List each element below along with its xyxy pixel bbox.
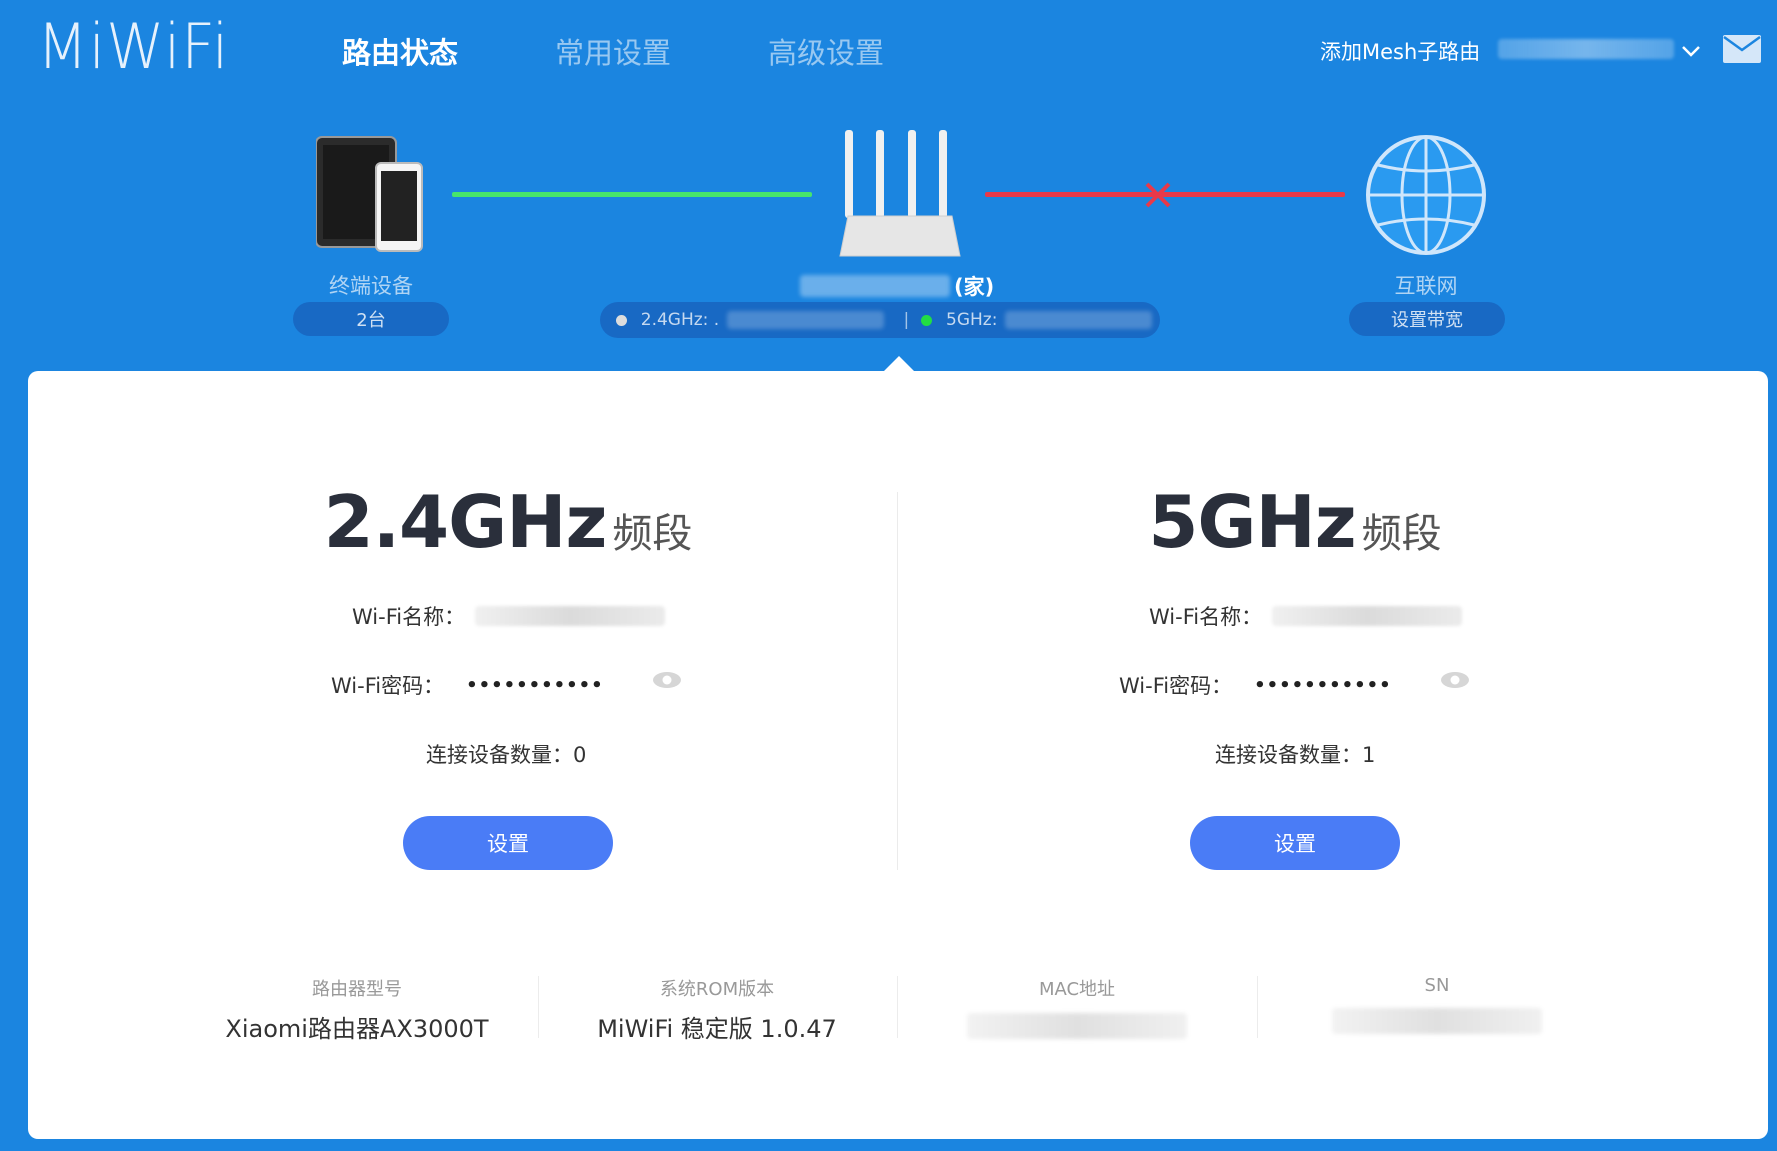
band-5-wifi-password-value: ••••••••••• xyxy=(1254,674,1392,696)
set-bandwidth-button[interactable]: 设置带宽 xyxy=(1349,302,1505,336)
band-24-status-dot xyxy=(616,314,627,326)
band-5-wifi-password-label: Wi-Fi密码： xyxy=(1119,674,1233,698)
band-5-wifi-name-row: Wi-Fi名称： xyxy=(1149,601,1463,631)
band-24-connected-count: 连接设备数量：0 xyxy=(426,743,587,767)
info-sn: SN xyxy=(1257,975,1617,1034)
info-mac-address-redacted xyxy=(967,1013,1187,1039)
miwifi-logo: MiWiFi xyxy=(37,10,230,83)
band-24-title-suffix: 频段 xyxy=(612,511,693,557)
band-24-wifi-password-value: ••••••••••• xyxy=(466,674,604,696)
info-rom-version: 系统ROM版本 MiWiFi 稳定版 1.0.47 xyxy=(537,975,897,1044)
chevron-down-icon[interactable] xyxy=(1680,40,1702,62)
band-24-wifi-name-row: Wi-Fi名称： xyxy=(352,601,666,631)
router-icon[interactable] xyxy=(838,128,963,260)
band-status-pill[interactable]: 2.4GHz: . | 5GHz: xyxy=(600,302,1160,338)
internet-label: 互联网 xyxy=(1394,274,1458,298)
band-5-wifi-name-redacted xyxy=(1272,606,1463,626)
band-5-show-password-eye-icon[interactable] xyxy=(1440,671,1470,689)
info-router-model-value: Xiaomi路由器AX3000T xyxy=(225,1015,489,1043)
band-24-wifi-name-redacted xyxy=(475,606,666,626)
band-24-wifi-password-row: Wi-Fi密码： ••••••••••• xyxy=(331,670,604,700)
band-24-show-password-eye-icon[interactable] xyxy=(652,671,682,689)
mail-icon[interactable] xyxy=(1723,35,1761,63)
info-router-model: 路由器型号 Xiaomi路由器AX3000T xyxy=(177,975,537,1044)
devices-count-pill[interactable]: 2台 xyxy=(293,302,449,336)
account-name-redacted[interactable] xyxy=(1498,39,1674,59)
nav-common-settings[interactable]: 常用设置 xyxy=(555,30,671,72)
band-24-title-freq: 2.4GHz xyxy=(323,480,608,564)
info-sn-redacted xyxy=(1332,1008,1542,1034)
band-24-settings-button[interactable]: 设置 xyxy=(403,816,613,870)
info-sn-label: SN xyxy=(1424,975,1450,996)
band-5-label: 5GHz: xyxy=(946,310,998,330)
band-separator: | xyxy=(903,310,910,330)
band-24-title: 2.4GHz 频段 xyxy=(208,480,808,564)
band-5-title-freq: 5GHz xyxy=(1148,480,1356,564)
band-divider xyxy=(897,492,898,870)
card-notch xyxy=(883,356,915,372)
terminal-devices-label: 终端设备 xyxy=(329,274,413,298)
info-rom-version-label: 系统ROM版本 xyxy=(659,979,775,1000)
router-name: (家) xyxy=(800,270,994,302)
lan-link-line xyxy=(452,192,812,197)
band-5-settings-button[interactable]: 设置 xyxy=(1190,816,1400,870)
router-location-tag: (家) xyxy=(954,275,995,299)
band-5-title-suffix: 频段 xyxy=(1361,511,1442,557)
internet-globe-icon[interactable] xyxy=(1364,133,1488,257)
terminal-devices-icon[interactable] xyxy=(316,135,426,255)
disconnected-x-icon xyxy=(1145,182,1171,208)
nav-router-status[interactable]: 路由状态 xyxy=(342,30,458,72)
info-mac-address-label: MAC地址 xyxy=(1038,979,1116,1000)
info-mac-address: MAC地址 xyxy=(897,975,1257,1039)
info-router-model-label: 路由器型号 xyxy=(312,979,402,1000)
band-24-wifi-name-label: Wi-Fi名称： xyxy=(352,605,466,629)
band-24-ssid-redacted xyxy=(727,311,884,329)
band-5-status-dot xyxy=(921,314,933,326)
band-5-title: 5GHz 频段 xyxy=(995,480,1595,564)
band-5-connected-count: 连接设备数量：1 xyxy=(1215,743,1376,767)
add-mesh-router-link[interactable]: 添加Mesh子路由 xyxy=(1320,36,1480,66)
info-rom-version-value: MiWiFi 稳定版 1.0.47 xyxy=(597,1015,837,1043)
band-5-ssid-redacted xyxy=(1005,311,1153,329)
nav-advanced-settings[interactable]: 高级设置 xyxy=(768,30,884,72)
band-24-wifi-password-label: Wi-Fi密码： xyxy=(331,674,445,698)
router-name-redacted xyxy=(800,275,950,297)
band-24-label: 2.4GHz: . xyxy=(640,310,720,330)
band-5-wifi-password-row: Wi-Fi密码： ••••••••••• xyxy=(1119,670,1392,700)
band-5-wifi-name-label: Wi-Fi名称： xyxy=(1149,605,1263,629)
